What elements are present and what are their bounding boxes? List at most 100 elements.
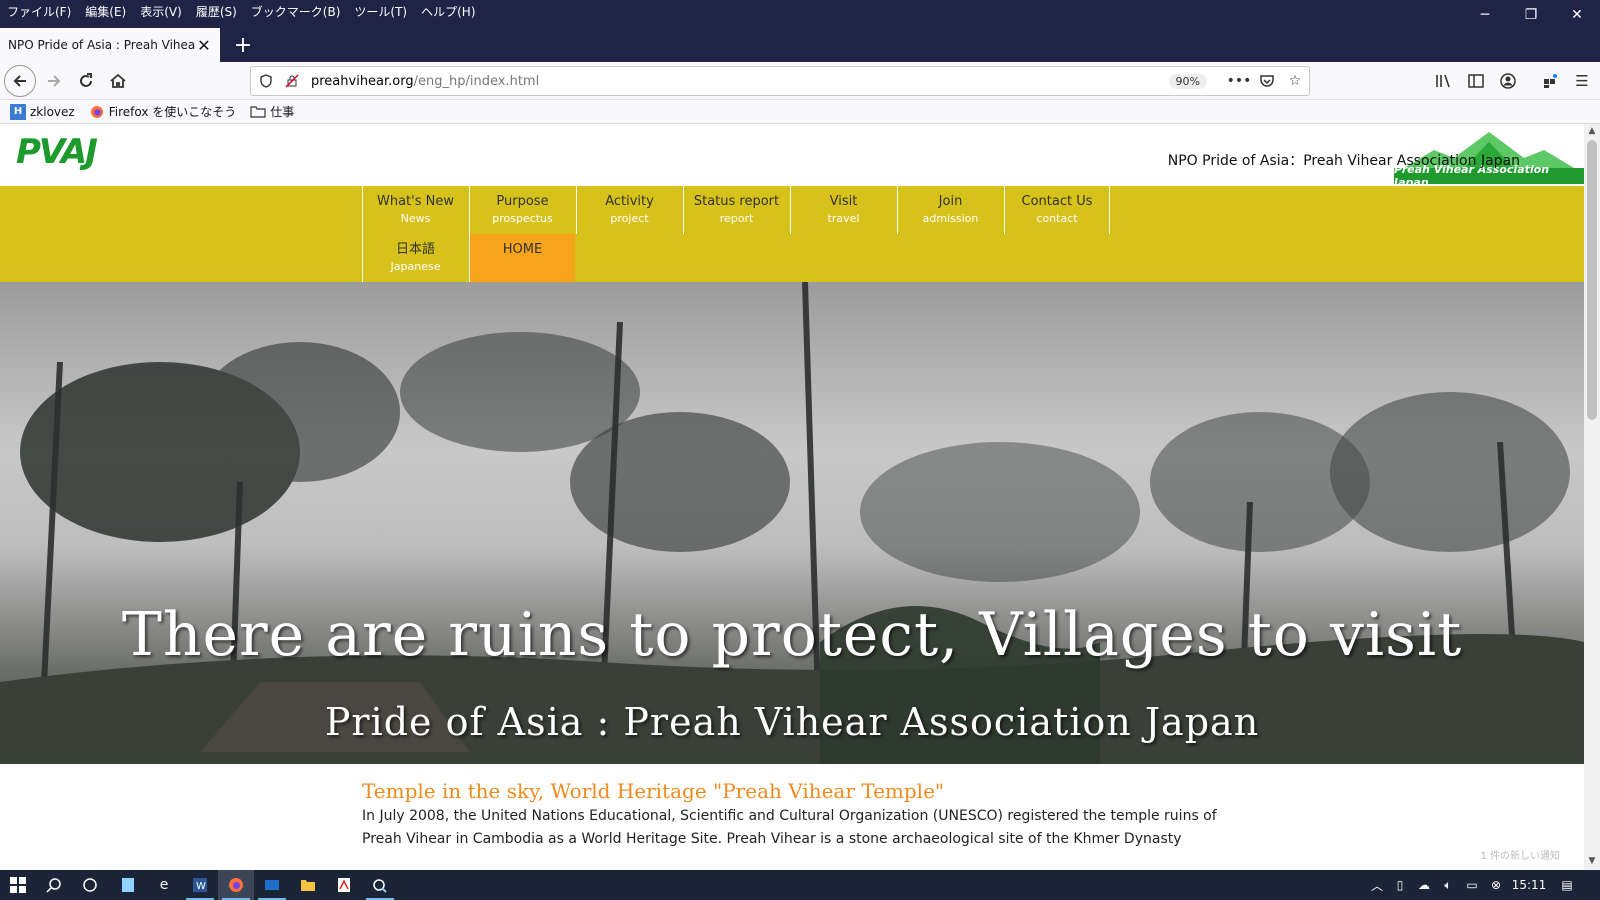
file-explorer-icon[interactable] — [290, 870, 326, 900]
nav-sub-label: project — [610, 212, 649, 225]
nav-sub-label: travel — [827, 212, 860, 225]
misty-forest-illustration — [0, 282, 1584, 764]
volume-icon[interactable]: 🔈︎ — [1436, 878, 1460, 893]
home-icon — [110, 73, 126, 88]
windows-start-icon[interactable] — [0, 870, 36, 900]
url-bar[interactable]: preahvihear.org/eng_hp/index.html 90% ••… — [250, 66, 1310, 96]
folder-icon — [250, 104, 266, 120]
nav-main-label: 日本語 — [395, 242, 435, 257]
account-icon[interactable] — [1492, 65, 1524, 97]
tab-title: NPO Pride of Asia : Preah Vihear As — [8, 38, 196, 52]
hero-title: There are ruins to protect, Villages to … — [121, 600, 1463, 670]
battery-icon[interactable]: ▭ — [1460, 878, 1484, 892]
nav-main-label: Contact Us — [1021, 194, 1093, 209]
search-icon[interactable] — [36, 870, 72, 900]
nav-sub-label: prospectus — [492, 212, 553, 225]
url-host: preahvihear.org — [311, 73, 414, 89]
nav-sub-label: News — [400, 212, 431, 225]
cortana-icon[interactable] — [72, 870, 108, 900]
tab-active[interactable]: NPO Pride of Asia : Preah Vihear As ✕ — [0, 28, 220, 62]
nav-main-label: Activity — [605, 194, 654, 209]
paragraph-line-1: In July 2008, the United Nations Educati… — [362, 808, 1217, 824]
scroll-up-icon[interactable]: ▲ — [1584, 126, 1600, 138]
emblem-text: Preah Vihear Association Japan — [1394, 163, 1584, 189]
tab-close-icon[interactable]: ✕ — [196, 36, 212, 55]
nav-join[interactable]: Join admission — [897, 186, 1003, 234]
library-icon[interactable] — [1428, 65, 1460, 97]
new-tab-button[interactable]: + — [230, 32, 256, 58]
shield-icon[interactable] — [255, 70, 277, 92]
word-icon[interactable]: W — [182, 870, 218, 900]
nav-sub-label: report — [719, 212, 754, 225]
scroll-down-icon[interactable]: ▼ — [1584, 856, 1600, 868]
nav-whats-new[interactable]: What's New News — [362, 186, 468, 234]
screenshot-tool-icon[interactable] — [362, 870, 398, 900]
onedrive-icon[interactable]: ☁ — [1412, 878, 1436, 892]
nav-home[interactable]: HOME — [469, 234, 575, 282]
menu-history[interactable]: 履歴(S) — [189, 0, 244, 22]
nav-status-report[interactable]: Status report report — [683, 186, 789, 234]
notification-toast[interactable]: 1 件の新しい通知 — [1474, 845, 1566, 864]
url-text[interactable]: preahvihear.org/eng_hp/index.html — [311, 74, 1169, 89]
home-button[interactable] — [102, 65, 134, 97]
bookmark-star-icon[interactable]: ☆ — [1281, 70, 1309, 92]
section-paragraph: In July 2008, the United Nations Educati… — [362, 805, 1222, 851]
arrow-right-icon — [48, 75, 61, 87]
windows-taskbar: e W ︿ ▯ ☁ 🔈︎ ▭ ⊗ 15:11 ▤ — [0, 870, 1600, 900]
reload-button[interactable] — [70, 65, 102, 97]
forward-button[interactable] — [38, 65, 70, 97]
nav-toolbar: preahvihear.org/eng_hp/index.html 90% ••… — [0, 62, 1600, 100]
url-path: /eng_hp/index.html — [413, 73, 540, 89]
nav-sub-label: admission — [922, 212, 979, 225]
sidebar-icon[interactable] — [1460, 65, 1492, 97]
tab-strip: NPO Pride of Asia : Preah Vihear As ✕ + — [0, 22, 1600, 62]
nav-main-label: Status report — [693, 194, 780, 209]
page-actions-icon[interactable]: ••• — [1225, 70, 1253, 92]
site-logo[interactable]: PVAJ — [16, 132, 98, 172]
scroll-thumb[interactable] — [1587, 140, 1597, 420]
nav-activity[interactable]: Activity project — [576, 186, 682, 234]
network-off-icon[interactable]: ⊗ — [1484, 878, 1508, 892]
menu-help[interactable]: ヘルプ(H) — [414, 0, 482, 22]
menu-tools[interactable]: ツール(T) — [347, 0, 414, 22]
zoom-level-badge[interactable]: 90% — [1168, 73, 1207, 89]
bookmark-label: zklovez — [30, 104, 75, 119]
hatena-icon: H — [10, 103, 26, 120]
taskbar-clock[interactable]: 15:11 — [1508, 878, 1550, 892]
nav-main-label: Join — [938, 194, 963, 209]
insecure-lock-icon[interactable] — [281, 70, 303, 92]
bookmark-firefox-guide[interactable]: Firefox を使いこなそう — [89, 103, 236, 120]
vertical-scrollbar[interactable]: ▲ ▼ — [1584, 124, 1600, 870]
paragraph-line-2: Preah Vihear in Cambodia as a World Heri… — [362, 831, 1182, 847]
nav-main-label: What's New — [377, 194, 454, 209]
menu-bookmarks[interactable]: ブックマーク(B) — [244, 0, 348, 22]
nav-purpose[interactable]: Purpose prospectus — [469, 186, 575, 234]
nav-visit[interactable]: Visit travel — [790, 186, 896, 234]
usb-icon[interactable]: ▯ — [1388, 878, 1412, 892]
nav-main-label: Visit — [829, 194, 858, 209]
nav-contact[interactable]: Contact Us contact — [1004, 186, 1110, 234]
menu-view[interactable]: 表示(V) — [133, 0, 189, 22]
nav-main-label: Purpose — [496, 194, 549, 209]
notepad-icon[interactable] — [110, 870, 146, 900]
pocket-icon[interactable] — [1253, 70, 1281, 92]
hamburger-menu-icon[interactable]: ☰ — [1566, 65, 1598, 97]
menu-edit[interactable]: 編集(E) — [78, 0, 133, 22]
extensions-icon[interactable] — [1534, 65, 1566, 97]
ie-icon[interactable]: e — [146, 870, 182, 900]
svg-text:W: W — [196, 881, 206, 892]
bookmark-folder-work[interactable]: 仕事 — [250, 103, 294, 120]
bookmark-zklovez[interactable]: H zklovez — [10, 103, 75, 120]
bookmarks-toolbar: H zklovez Firefox を使いこなそう 仕事 — [0, 100, 1600, 124]
firefox-taskbar-icon[interactable] — [218, 870, 254, 900]
tray-expand-icon[interactable]: ︿ — [1366, 877, 1388, 894]
nav-japanese[interactable]: 日本語 Japanese — [362, 234, 468, 282]
menu-file[interactable]: ファイル(F) — [0, 0, 78, 22]
outlook-icon[interactable] — [254, 870, 290, 900]
nav-sub-label: Japanese — [390, 260, 441, 273]
action-center-icon[interactable]: ▤ — [1550, 878, 1584, 892]
back-button[interactable] — [4, 65, 36, 97]
site-header: PVAJ Preah Vihear Association Japan NPO … — [0, 124, 1584, 189]
nav-main-label: HOME — [502, 242, 543, 257]
acrobat-icon[interactable] — [326, 870, 362, 900]
